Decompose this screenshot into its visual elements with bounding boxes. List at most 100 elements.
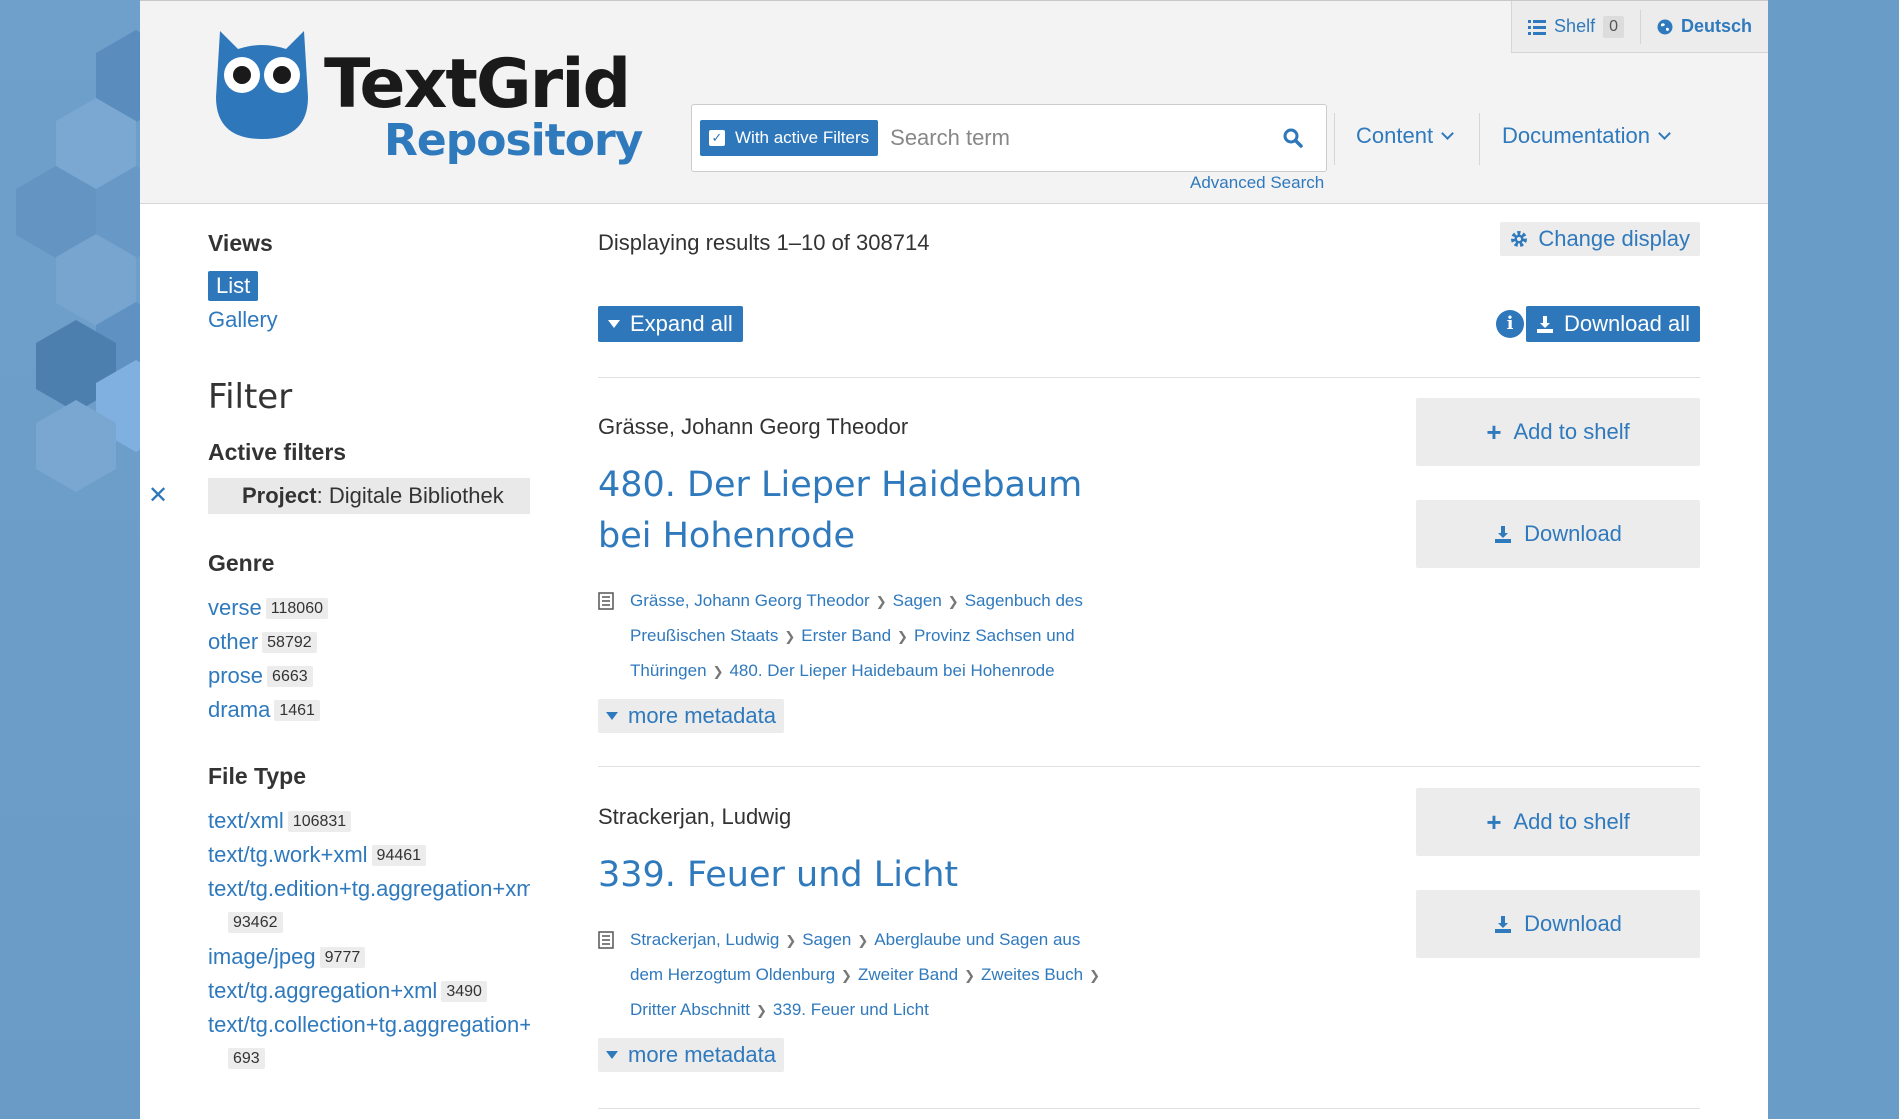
shelf-link[interactable]: Shelf 0: [1528, 15, 1624, 38]
remove-filter-icon[interactable]: ✕: [148, 478, 168, 514]
language-switch[interactable]: Deutsch: [1657, 16, 1752, 37]
breadcrumb-link[interactable]: Zweiter Band: [858, 965, 958, 984]
facet-item[interactable]: text/tg.work+xml 94461: [208, 838, 530, 872]
breadcrumb-link[interactable]: Dritter Abschnitt: [630, 1000, 750, 1019]
genre-facet-list: verse 118060 other 58792 prose 6663 drama 14…: [208, 591, 548, 727]
divider: [1639, 9, 1641, 44]
facet-item[interactable]: verse 118060: [208, 591, 530, 625]
more-metadata-toggle[interactable]: more metadata: [598, 699, 784, 733]
filetype-facet-list: text/xml 106831 text/tg.work+xml 94461 tex…: [208, 804, 548, 1076]
breadcrumb-link[interactable]: Sagen: [893, 591, 942, 610]
breadcrumb-link[interactable]: Strackerjan, Ludwig: [630, 930, 779, 949]
chevron-right-icon: ❯: [841, 968, 852, 983]
expand-all-label: Expand all: [630, 311, 733, 336]
download-button[interactable]: Download: [1416, 890, 1700, 958]
filter-heading: Filter: [208, 377, 293, 417]
breadcrumb-link[interactable]: Zweites Buch: [981, 965, 1083, 984]
change-display-button[interactable]: Change display: [1500, 222, 1700, 256]
nav-content-menu[interactable]: Content: [1356, 123, 1454, 149]
chevron-right-icon: ❯: [875, 594, 887, 609]
active-filters-toggle[interactable]: ✓ With active Filters: [700, 120, 879, 156]
facet-item[interactable]: text/tg.collection+tg.aggregation+xml: [208, 1008, 530, 1042]
shelf-count-badge: 0: [1603, 15, 1624, 38]
result-breadcrumb: Grässe, Johann Georg Theodor ❯ Sagen ❯ Sagen…: [598, 584, 1118, 689]
sidebar: Views List Gallery Filter Active filters…: [148, 230, 548, 1076]
facet-label: text/tg.edition+tg.aggregation+xml: [208, 876, 530, 901]
logo-subtitle: Repository: [384, 115, 643, 166]
facet-label: text/tg.work+xml: [208, 842, 368, 867]
search-button[interactable]: [1268, 118, 1318, 158]
breadcrumb-link[interactable]: 339. Feuer und Licht: [773, 1000, 929, 1019]
nav-content-label: Content: [1356, 123, 1434, 148]
chevron-right-icon: ❯: [785, 933, 797, 948]
facet-item[interactable]: image/jpeg 9777: [208, 940, 530, 974]
divider: [1479, 113, 1480, 165]
breadcrumb-link[interactable]: Grässe, Johann Georg Theodor: [630, 591, 870, 610]
expand-all-button[interactable]: Expand all: [598, 306, 743, 342]
site-header: TextGrid Repository Shelf 0 Deutsch ✓ Wi…: [140, 0, 1768, 204]
advanced-search-link[interactable]: Advanced Search: [1190, 173, 1324, 193]
facet-count: 9777: [319, 947, 366, 968]
facet-item[interactable]: text/tg.aggregation+xml 3490: [208, 974, 530, 1008]
result-item: Strackerjan, Ludwig 339. Feuer und Licht…: [598, 788, 1700, 1072]
download-button[interactable]: Download: [1416, 500, 1700, 568]
plus-icon: +: [1486, 806, 1502, 837]
facet-label: text/xml: [208, 808, 284, 833]
add-to-shelf-button[interactable]: + Add to shelf: [1416, 398, 1700, 466]
nav-documentation-menu[interactable]: Documentation: [1502, 123, 1671, 149]
background-pattern: [0, 0, 176, 1119]
list-icon: [1528, 19, 1547, 35]
plus-icon: +: [1486, 416, 1502, 447]
chevron-down-icon: [1441, 126, 1454, 140]
breadcrumb-link[interactable]: 480. Der Lieper Haidebaum bei Hohenrode: [729, 661, 1054, 680]
facet-count: 693: [228, 1048, 265, 1069]
active-filters-heading: Active filters: [208, 439, 347, 465]
view-list-button[interactable]: List: [208, 271, 259, 301]
facet-count-wrap: 93462: [208, 906, 548, 940]
info-icon[interactable]: i: [1496, 310, 1524, 338]
more-metadata-label: more metadata: [628, 1042, 776, 1067]
chevron-right-icon: ❯: [897, 629, 908, 644]
result-title-link[interactable]: 339. Feuer und Licht: [598, 850, 1118, 901]
facet-item[interactable]: prose 6663: [208, 659, 530, 693]
facet-label: image/jpeg: [208, 944, 316, 969]
more-metadata-toggle[interactable]: more metadata: [598, 1038, 784, 1072]
result-title-link[interactable]: 480. Der Lieper Haidebaum bei Hohenrode: [598, 460, 1118, 562]
chevron-down-icon: [1658, 126, 1671, 140]
facet-item[interactable]: text/xml 106831: [208, 804, 530, 838]
facet-item[interactable]: text/tg.edition+tg.aggregation+xml: [208, 872, 530, 906]
search-input[interactable]: [878, 118, 1268, 158]
divider: [598, 766, 1700, 767]
active-filters-toggle-label: With active Filters: [735, 128, 870, 147]
view-gallery-link[interactable]: Gallery: [208, 307, 548, 333]
chevron-right-icon: ❯: [964, 968, 976, 983]
facet-item[interactable]: other 58792: [208, 625, 530, 659]
divider: [598, 1108, 1700, 1109]
facet-label: drama: [208, 697, 271, 722]
caret-down-icon: [608, 320, 620, 328]
search-icon: [1283, 128, 1303, 148]
filetype-heading: File Type: [208, 763, 306, 789]
download-all-label: Download all: [1564, 311, 1690, 336]
facet-count: 106831: [287, 811, 352, 832]
facet-label: text/tg.aggregation+xml: [208, 978, 438, 1003]
add-to-shelf-label: Add to shelf: [1513, 419, 1630, 444]
more-metadata-label: more metadata: [628, 703, 776, 728]
checkbox-icon: ✓: [709, 130, 725, 146]
divider: [598, 377, 1700, 378]
add-to-shelf-button[interactable]: + Add to shelf: [1416, 788, 1700, 856]
result-item: Grässe, Johann Georg Theodor 480. Der Li…: [598, 398, 1700, 733]
facet-count: 93462: [228, 912, 283, 933]
facet-count: 3490: [441, 981, 487, 1002]
facet-count: 94461: [371, 845, 427, 866]
breadcrumb-link[interactable]: Sagen: [802, 930, 851, 949]
results-main: Displaying results 1–10 of 308714 Change…: [598, 222, 1700, 1109]
language-label: Deutsch: [1680, 16, 1752, 36]
facet-item[interactable]: drama 1461: [208, 693, 530, 727]
add-to-shelf-label: Add to shelf: [1513, 809, 1630, 834]
active-filter-value: : Digitale Bibliothek: [316, 483, 504, 508]
download-all-button[interactable]: Download all: [1526, 306, 1700, 342]
nav-documentation-label: Documentation: [1502, 123, 1650, 148]
breadcrumb-link[interactable]: Erster Band: [801, 626, 891, 645]
textgrid-logo[interactable]: TextGrid Repository: [212, 27, 643, 167]
